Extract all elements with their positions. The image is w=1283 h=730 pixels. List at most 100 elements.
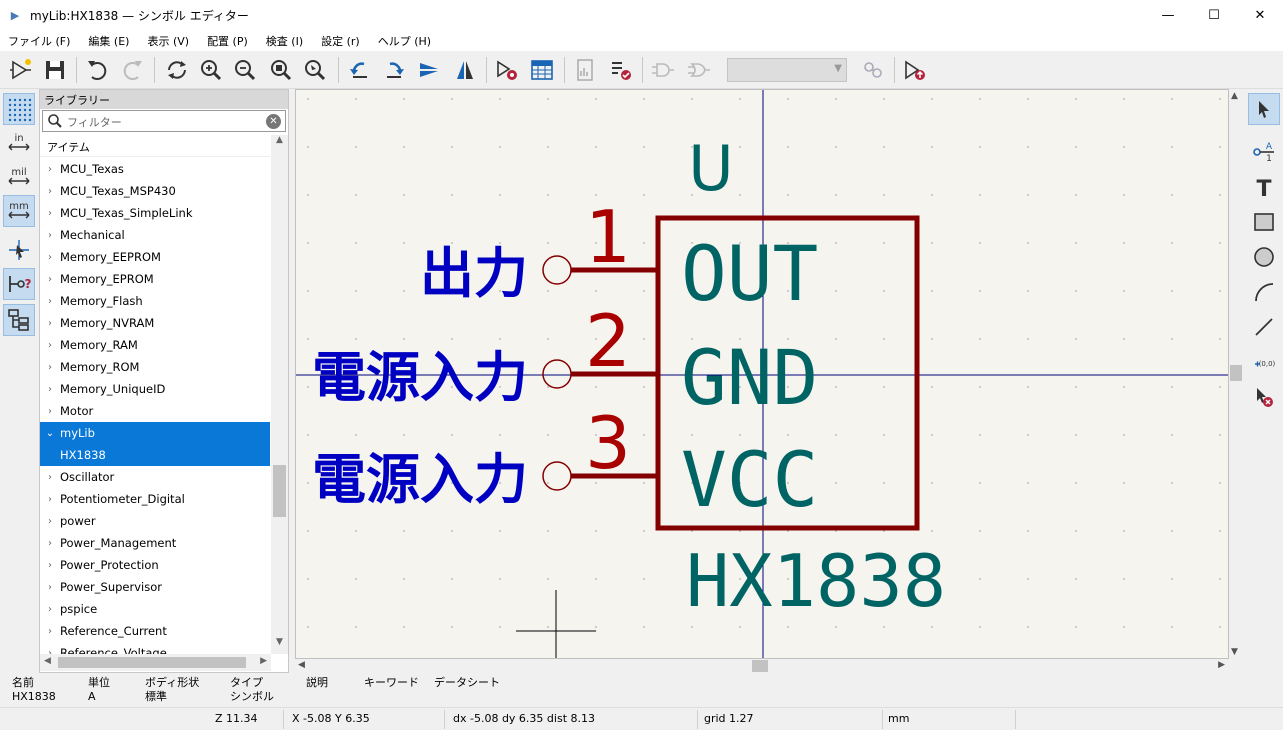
zoom-in-icon[interactable] [196, 55, 226, 85]
tree-library-item[interactable]: ⌄ myLib [40, 422, 270, 444]
mils-icon[interactable]: mil [3, 161, 35, 193]
menu-preferences[interactable]: 設定 (r) [317, 33, 360, 49]
library-vertical-scrollbar[interactable]: ▲ ▼ [271, 135, 288, 654]
chevron-right-icon[interactable]: › [40, 582, 60, 593]
select-arrow-icon[interactable] [1248, 93, 1280, 125]
scroll-thumb[interactable] [273, 465, 286, 517]
pin-table-icon[interactable] [527, 55, 557, 85]
canvas-scroll-right-icon[interactable]: ▶ [1218, 660, 1225, 670]
tree-library-item[interactable]: › Memory_EPROM [40, 268, 270, 290]
symbol-properties-icon[interactable] [492, 55, 522, 85]
unit-select[interactable]: ▼ [727, 58, 847, 82]
inches-icon[interactable]: in [3, 127, 35, 159]
rotate-ccw-icon[interactable] [344, 55, 374, 85]
tree-library-item[interactable]: › Memory_RAM [40, 334, 270, 356]
chevron-right-icon[interactable]: › [40, 208, 60, 219]
zoom-selection-icon[interactable] [300, 55, 330, 85]
cursor-crosshair-icon[interactable] [3, 234, 35, 266]
mirror-vertical-icon[interactable] [414, 55, 444, 85]
grid-toggle-icon[interactable] [3, 93, 35, 125]
delete-icon[interactable] [1248, 381, 1280, 413]
chevron-right-icon[interactable]: › [40, 164, 60, 175]
chevron-right-icon[interactable]: › [40, 538, 60, 549]
hscroll-thumb[interactable] [58, 657, 246, 668]
tree-library-item[interactable]: › Memory_UniqueID [40, 378, 270, 400]
scroll-right-icon[interactable]: ▶ [260, 656, 267, 666]
menu-edit[interactable]: 編集 (E) [84, 33, 129, 49]
de-morgan-alternate-icon[interactable] [684, 55, 714, 85]
tree-library-item[interactable]: › Potentiometer_Digital [40, 488, 270, 510]
millimeters-icon[interactable]: mm [3, 195, 35, 227]
tree-library-item[interactable]: › Power_Management [40, 532, 270, 554]
scroll-left-icon[interactable]: ◀ [44, 656, 51, 666]
chevron-down-icon[interactable]: ⌄ [40, 428, 60, 439]
tree-library-item[interactable]: › Power_Supervisor [40, 576, 270, 598]
chevron-right-icon[interactable]: › [40, 560, 60, 571]
tree-library-item[interactable]: › MCU_Texas [40, 158, 270, 180]
tree-symbol-item[interactable]: HX1838 [40, 444, 270, 466]
menu-view[interactable]: 表示 (V) [143, 33, 189, 49]
zoom-out-icon[interactable] [230, 55, 260, 85]
refresh-icon[interactable] [162, 55, 192, 85]
sync-pins-icon[interactable] [858, 55, 888, 85]
tree-library-item[interactable]: › Memory_EEPROM [40, 246, 270, 268]
symbol-checker-icon[interactable] [606, 55, 636, 85]
scroll-up-icon[interactable]: ▲ [271, 135, 288, 152]
zoom-fit-icon[interactable] [266, 55, 296, 85]
hidden-pins-icon[interactable]: ? [3, 268, 35, 300]
tree-library-item[interactable]: › Power_Protection [40, 554, 270, 576]
canvas-vscroll-thumb[interactable] [1230, 365, 1242, 381]
add-arc-icon[interactable] [1248, 276, 1280, 308]
canvas-scroll-down-icon[interactable]: ▼ [1231, 647, 1238, 657]
tree-library-item[interactable]: › Mechanical [40, 224, 270, 246]
chevron-right-icon[interactable]: › [40, 274, 60, 285]
maximize-button[interactable]: ☐ [1191, 0, 1237, 31]
tree-library-item[interactable]: › Motor [40, 400, 270, 422]
undo-icon[interactable] [82, 55, 112, 85]
chevron-right-icon[interactable]: › [40, 230, 60, 241]
canvas-vertical-scrollbar[interactable]: ▲ ▼ [1229, 89, 1243, 659]
rotate-cw-icon[interactable] [380, 55, 410, 85]
add-line-icon[interactable] [1248, 311, 1280, 343]
add-symbol-to-schematic-icon[interactable] [900, 55, 930, 85]
add-pin-icon[interactable]: A1 [1248, 135, 1280, 167]
close-button[interactable]: ✕ [1237, 0, 1283, 31]
menu-place[interactable]: 配置 (P) [203, 33, 248, 49]
add-rectangle-icon[interactable] [1248, 206, 1280, 238]
tree-column-header[interactable]: アイテム [40, 135, 270, 157]
chevron-right-icon[interactable]: › [40, 252, 60, 263]
canvas-horizontal-scrollbar[interactable]: ◀ ▶ [295, 659, 1229, 673]
tree-library-item[interactable]: › pspice [40, 598, 270, 620]
menu-help[interactable]: ヘルプ (H) [374, 33, 431, 49]
filter-input[interactable]: フィルター ✕ [42, 110, 286, 132]
add-text-icon[interactable]: T [1248, 171, 1280, 203]
scroll-down-icon[interactable]: ▼ [271, 637, 288, 654]
chevron-right-icon[interactable]: › [40, 340, 60, 351]
library-horizontal-scrollbar[interactable]: ◀ ▶ [40, 654, 271, 671]
library-tree-icon[interactable] [3, 304, 35, 336]
chevron-right-icon[interactable]: › [40, 494, 60, 505]
chevron-right-icon[interactable]: › [40, 296, 60, 307]
symbol-reference[interactable]: U [688, 132, 733, 205]
de-morgan-standard-icon[interactable] [648, 55, 678, 85]
canvas-scroll-left-icon[interactable]: ◀ [298, 660, 305, 670]
minimize-button[interactable]: — [1145, 0, 1191, 31]
tree-library-item[interactable]: › Reference_Current [40, 620, 270, 642]
tree-library-item[interactable]: › power [40, 510, 270, 532]
tree-library-item[interactable]: › MCU_Texas_SimpleLink [40, 202, 270, 224]
anchor-icon[interactable]: (0,0) [1248, 346, 1280, 378]
chevron-right-icon[interactable]: › [40, 406, 60, 417]
canvas-scroll-up-icon[interactable]: ▲ [1231, 91, 1238, 101]
tree-library-item[interactable]: › Memory_Flash [40, 290, 270, 312]
clear-filter-icon[interactable]: ✕ [266, 114, 281, 129]
mirror-horizontal-icon[interactable] [450, 55, 480, 85]
menu-file[interactable]: ファイル (F) [4, 33, 70, 49]
tree-library-item[interactable]: › Reference_Voltage [40, 642, 270, 654]
chevron-right-icon[interactable]: › [40, 626, 60, 637]
tree-library-item[interactable]: › MCU_Texas_MSP430 [40, 180, 270, 202]
tree-library-item[interactable]: › Oscillator [40, 466, 270, 488]
menu-inspect[interactable]: 検査 (I) [262, 33, 303, 49]
chevron-right-icon[interactable]: › [40, 516, 60, 527]
chevron-right-icon[interactable]: › [40, 384, 60, 395]
save-icon[interactable] [40, 55, 70, 85]
